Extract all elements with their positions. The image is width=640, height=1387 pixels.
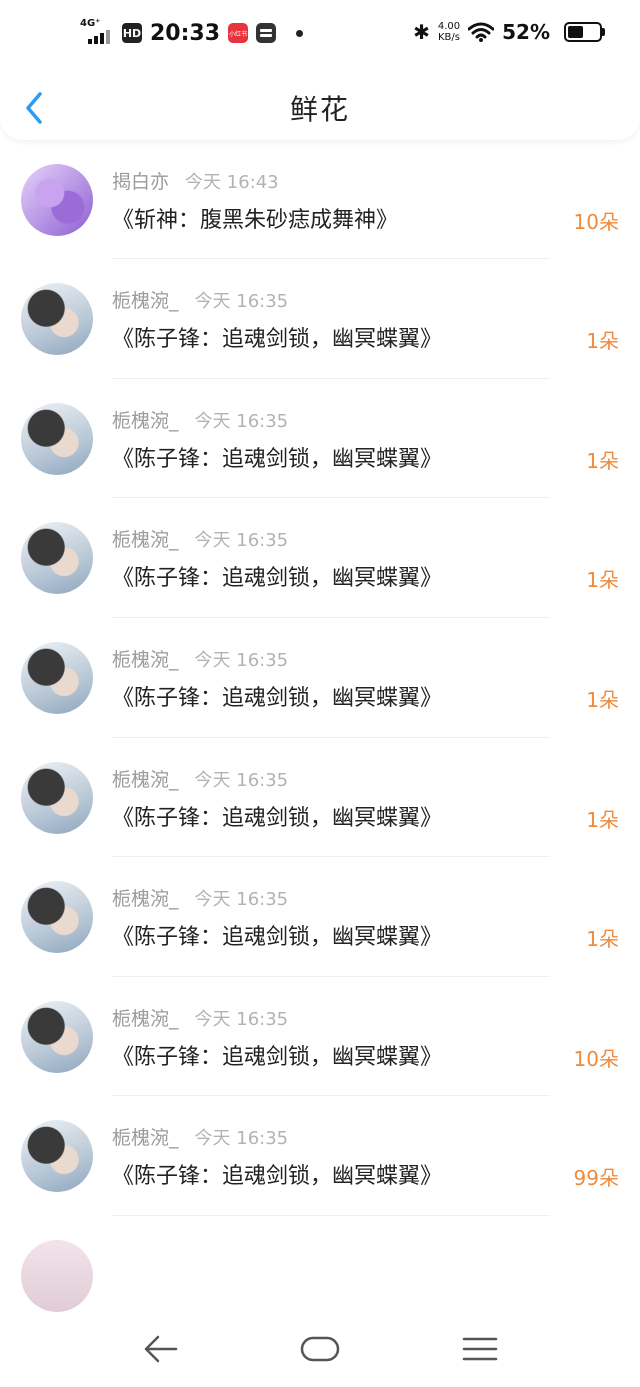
flower-count: 10朵 <box>573 1046 619 1071</box>
avatar[interactable] <box>21 402 93 475</box>
book-title[interactable]: 《斩神：腹黑朱砂痣成舞神》 <box>112 202 398 234</box>
battery-icon <box>564 22 605 42</box>
book-title[interactable]: 《陈子锋：追魂剑锁，幽冥蝶翼》 <box>112 680 442 712</box>
list-item[interactable]: 栀槐涴_ 今天 16:35 《陈子锋：追魂剑锁，幽冥蝶翼》 1朵 <box>0 857 640 977</box>
user-line: 栀槐涴_ 今天 16:35 <box>112 406 288 433</box>
timestamp: 今天 16:35 <box>194 1008 289 1030</box>
username[interactable]: 栀槐涴_ <box>112 529 179 551</box>
flower-count: 1朵 <box>586 927 619 952</box>
username[interactable]: 栀槐涴_ <box>112 888 179 910</box>
avatar[interactable] <box>21 1000 93 1073</box>
avatar[interactable] <box>21 641 93 714</box>
timestamp: 今天 16:43 <box>185 171 279 193</box>
list-item[interactable]: 栀槐涴_ 今天 16:35 《陈子锋：追魂剑锁，幽冥蝶翼》 1朵 <box>0 498 640 618</box>
arrow-left-icon[interactable] <box>130 1324 190 1374</box>
book-title[interactable]: 《陈子锋：追魂剑锁，幽冥蝶翼》 <box>112 919 442 951</box>
timestamp: 今天 16:35 <box>194 410 289 432</box>
network-type: 4G⁺ <box>80 18 101 29</box>
flower-count: 1朵 <box>586 448 619 473</box>
user-line: 栀槐涴_ 今天 16:35 <box>112 645 288 672</box>
username[interactable]: 栀槐涴_ <box>112 649 179 671</box>
book-title[interactable]: 《陈子锋：追魂剑锁，幽冥蝶翼》 <box>112 560 442 592</box>
avatar[interactable] <box>21 761 93 834</box>
notification-dot-icon <box>296 29 304 37</box>
avatar[interactable] <box>21 1120 93 1193</box>
username[interactable]: 栀槐涴_ <box>112 410 179 432</box>
status-bar: 4G⁺ HD 20:33 小红书 ✱ 4.00 KB/s 52% <box>0 0 640 70</box>
timestamp: 今天 16:35 <box>194 769 289 791</box>
user-line: 栀槐涴_ 今天 16:35 <box>112 1123 288 1150</box>
user-line: 揭白亦 今天 16:43 <box>112 167 279 194</box>
list-item[interactable]: 栀槐涴_ 今天 16:35 《陈子锋：追魂剑锁，幽冥蝶翼》 1朵 <box>0 738 640 858</box>
battery-fill <box>568 26 583 38</box>
book-title[interactable]: 《陈子锋：追魂剑锁，幽冥蝶翼》 <box>112 321 442 353</box>
list-item[interactable]: 栀槐涴_ 今天 16:35 《陈子锋：追魂剑锁，幽冥蝶翼》 1朵 <box>0 618 640 738</box>
flower-count: 1朵 <box>586 807 619 832</box>
user-line: 栀槐涴_ 今天 16:35 <box>112 765 288 792</box>
cellular-signal-icon: 4G⁺ <box>80 18 114 48</box>
username[interactable]: 栀槐涴_ <box>112 769 179 791</box>
user-line: 栀槐涴_ 今天 16:35 <box>112 1004 288 1031</box>
user-line: 栀槐涴_ 今天 16:35 <box>112 525 288 552</box>
flower-count: 1朵 <box>586 329 619 354</box>
user-line: 栀槐涴_ 今天 16:35 <box>112 286 288 313</box>
timestamp: 今天 16:35 <box>194 889 289 911</box>
book-title[interactable]: 《陈子锋：追魂剑锁，幽冥蝶翼》 <box>112 441 442 473</box>
hd-badge: HD <box>122 23 142 43</box>
speed-unit: KB/s <box>437 32 460 43</box>
timestamp: 今天 16:35 <box>194 1128 289 1150</box>
avatar[interactable] <box>21 522 93 595</box>
timestamp: 今天 16:35 <box>194 649 289 671</box>
avatar[interactable] <box>21 1239 93 1312</box>
status-time: 20:33 <box>150 20 221 46</box>
user-line: 栀槐涴_ 今天 16:35 <box>112 884 288 911</box>
username[interactable]: 栀槐涴_ <box>112 290 179 312</box>
book-title[interactable]: 《陈子锋：追魂剑锁，幽冥蝶翼》 <box>112 800 442 832</box>
timestamp: 今天 16:35 <box>194 530 289 552</box>
home-pill-icon[interactable] <box>290 1324 350 1374</box>
page-title: 鲜花 <box>289 93 350 126</box>
flower-count: 10朵 <box>573 209 619 234</box>
list-item[interactable]: 揭白亦 今天 16:43 《斩神：腹黑朱砂痣成舞神》 10朵 <box>0 140 640 260</box>
flower-list: 《tf四代：凉凉夜色》1朵揭白亦今天 16:43《斩神：腹黑朱砂痣成舞神》10朵… <box>0 20 640 1336</box>
bluetooth-icon: ✱ <box>413 20 430 44</box>
list-item[interactable]: 栀槐涴_ 今天 16:35 《陈子锋：追魂剑锁，幽冥蝶翼》 1朵 <box>0 379 640 499</box>
wallet-icon <box>256 23 277 43</box>
list-item[interactable]: 栀槐涴_ 今天 16:35 《陈子锋：追魂剑锁，幽冥蝶翼》 99朵 <box>0 1096 640 1216</box>
list-item[interactable]: 栀槐涴_ 今天 16:35 《陈子锋：追魂剑锁，幽冥蝶翼》 10朵 <box>0 977 640 1097</box>
timestamp: 今天 16:35 <box>194 291 289 313</box>
wifi-icon <box>468 22 495 42</box>
username[interactable]: 揭白亦 <box>112 171 169 193</box>
username[interactable]: 栀槐涴_ <box>112 1008 179 1030</box>
book-title[interactable]: 《陈子锋：追魂剑锁，幽冥蝶翼》 <box>112 1039 442 1071</box>
avatar[interactable] <box>21 163 93 236</box>
flower-count: 1朵 <box>586 568 619 593</box>
username[interactable]: 栀槐涴_ <box>112 1127 179 1149</box>
battery-percent: 52% <box>502 20 550 44</box>
flower-count: 1朵 <box>586 687 619 712</box>
flower-count: 99朵 <box>573 1166 619 1191</box>
speed-value: 4.00 <box>437 21 461 32</box>
network-speed: 4.00 KB/s <box>438 21 460 43</box>
avatar[interactable] <box>21 881 93 954</box>
list-item[interactable]: 栀槐涴_ 今天 16:35 《陈子锋：追魂剑锁，幽冥蝶翼》 1朵 <box>0 259 640 379</box>
book-title[interactable]: 《陈子锋：追魂剑锁，幽冥蝶翼》 <box>112 1158 442 1190</box>
navigation-bar <box>0 1312 640 1387</box>
menu-icon[interactable] <box>450 1324 510 1374</box>
avatar[interactable] <box>21 283 93 356</box>
red-app-icon: 小红书 <box>228 23 249 43</box>
